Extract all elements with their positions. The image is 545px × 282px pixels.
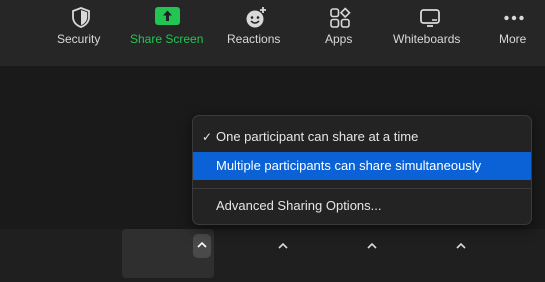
- smiley-plus-icon: [246, 7, 266, 28]
- menu-item-multiple-participants[interactable]: Multiple participants can share simultan…: [193, 152, 531, 180]
- share-screen-options-button[interactable]: [193, 234, 211, 258]
- checkmark-icon: ✓: [202, 130, 213, 144]
- share-screen-arrow-icon: [155, 7, 180, 25]
- apps-chevron-up-icon[interactable]: [365, 239, 379, 253]
- apps-label: Apps: [325, 32, 353, 46]
- menu-item-label: One participant can share at a time: [216, 129, 419, 144]
- security-label: Security: [57, 32, 101, 46]
- more-dots-icon: [504, 15, 524, 21]
- menu-divider: [193, 188, 531, 189]
- whiteboard-icon: [420, 9, 440, 27]
- menu-item-label: Advanced Sharing Options...: [216, 198, 382, 213]
- reactions-chevron-up-icon[interactable]: [276, 239, 290, 253]
- menu-item-advanced-sharing[interactable]: Advanced Sharing Options...: [193, 192, 531, 220]
- more-button[interactable]: More: [494, 0, 534, 53]
- menu-item-label: Multiple participants can share simultan…: [216, 158, 482, 173]
- more-label: More: [499, 32, 527, 46]
- apps-icon: [330, 7, 351, 28]
- menu-item-one-participant[interactable]: ✓ One participant can share at a time: [193, 123, 531, 151]
- apps-button[interactable]: Apps: [318, 0, 362, 53]
- chevron-up-icon: [197, 241, 207, 248]
- share-screen-button[interactable]: Share Screen: [122, 0, 203, 53]
- reactions-label: Reactions: [227, 32, 281, 46]
- reactions-button[interactable]: Reactions: [224, 0, 288, 53]
- meeting-toolbar: [0, 229, 545, 282]
- whiteboards-button[interactable]: Whiteboards: [390, 0, 468, 53]
- share-screen-label: Share Screen: [130, 32, 204, 46]
- whiteboards-label: Whiteboards: [393, 32, 461, 46]
- whiteboards-chevron-up-icon[interactable]: [454, 239, 468, 253]
- security-button[interactable]: Security: [52, 0, 110, 53]
- share-screen-options-menu: ✓ One participant can share at a time Mu…: [192, 115, 532, 225]
- shield-icon: [72, 7, 90, 28]
